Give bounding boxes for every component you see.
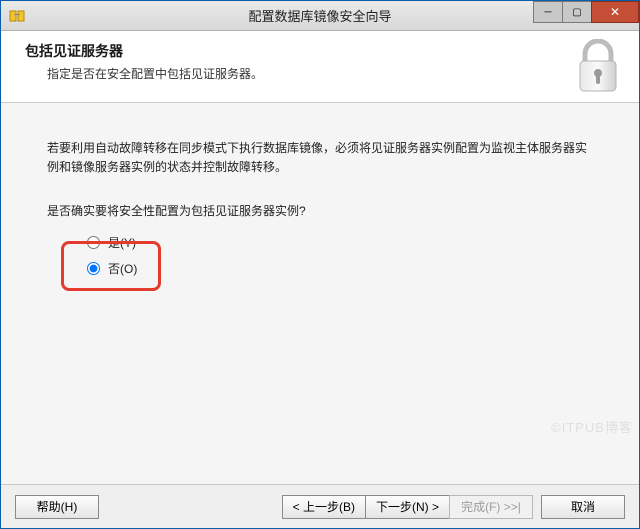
wizard-window: 配置数据库镜像安全向导 ─ ▢ ✕ 包括见证服务器 指定是否在安全配置中包括见证… (0, 0, 640, 529)
content-area: 若要利用自动故障转移在同步模式下执行数据库镜像，必须将见证服务器实例配置为监视主… (1, 103, 639, 484)
wizard-footer: 帮助(H) < 上一步(B) 下一步(N) > 完成(F) >>| 取消 (1, 484, 639, 528)
radio-no-input[interactable] (87, 262, 100, 275)
radio-yes-input[interactable] (87, 236, 100, 249)
radio-no[interactable]: 否(O) (87, 255, 593, 281)
finish-button: 完成(F) >>| (449, 495, 533, 519)
question-text: 是否确实要将安全性配置为包括见证服务器实例? (47, 202, 593, 219)
close-button[interactable]: ✕ (591, 1, 639, 23)
radio-yes[interactable]: 是(Y) (87, 229, 593, 255)
radio-group: 是(Y) 否(O) (47, 229, 593, 281)
titlebar: 配置数据库镜像安全向导 ─ ▢ ✕ (1, 1, 639, 31)
minimize-button[interactable]: ─ (533, 1, 563, 23)
description-text: 若要利用自动故障转移在同步模式下执行数据库镜像，必须将见证服务器实例配置为监视主… (47, 139, 593, 176)
radio-no-label: 否(O) (108, 260, 137, 277)
page-subtitle: 指定是否在安全配置中包括见证服务器。 (47, 65, 621, 82)
watermark: ©ITPUB博客 (551, 417, 633, 436)
lock-icon (575, 39, 621, 95)
radio-yes-label: 是(Y) (108, 234, 136, 251)
app-icon (9, 8, 25, 24)
maximize-button[interactable]: ▢ (562, 1, 592, 23)
cancel-button[interactable]: 取消 (541, 495, 625, 519)
window-controls: ─ ▢ ✕ (534, 1, 639, 23)
back-button[interactable]: < 上一步(B) (282, 495, 366, 519)
window-title: 配置数据库镜像安全向导 (248, 6, 391, 25)
nav-button-group: < 上一步(B) 下一步(N) > 完成(F) >>| (283, 495, 533, 519)
help-button[interactable]: 帮助(H) (15, 495, 99, 519)
wizard-header: 包括见证服务器 指定是否在安全配置中包括见证服务器。 (1, 31, 639, 103)
next-button[interactable]: 下一步(N) > (365, 495, 450, 519)
page-title: 包括见证服务器 (25, 41, 621, 61)
